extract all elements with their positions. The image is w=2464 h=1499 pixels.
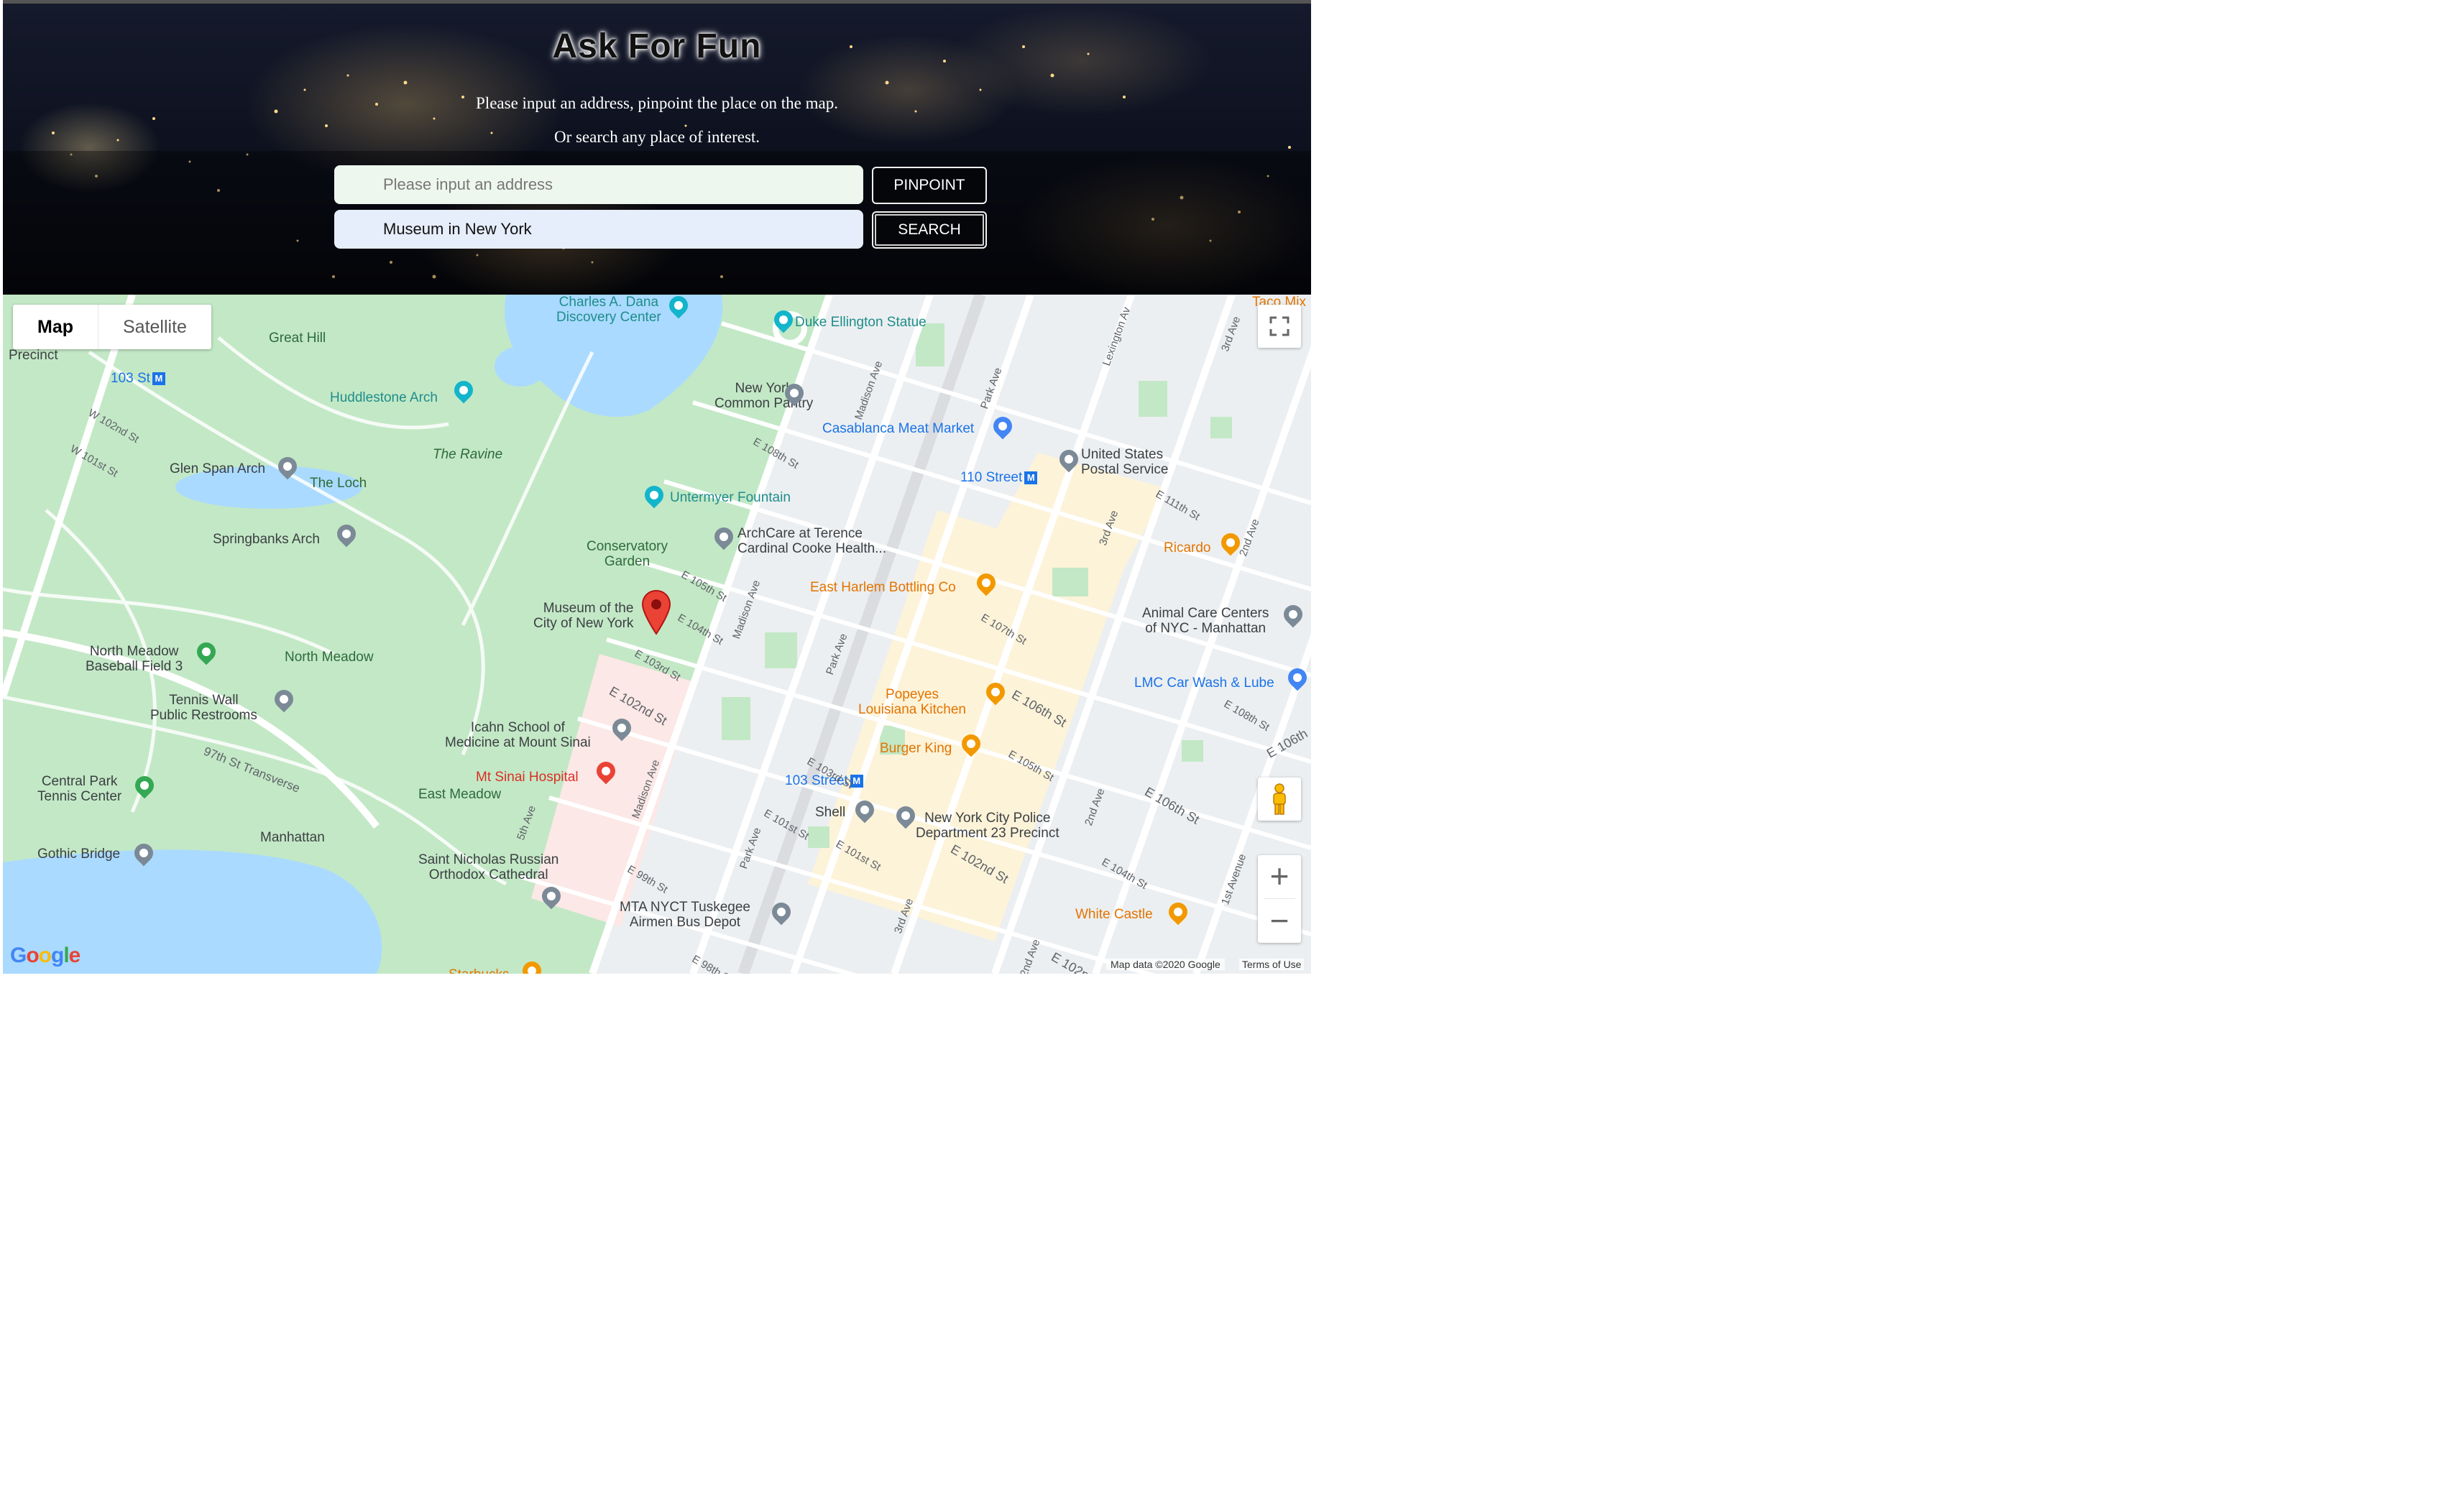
place-label[interactable]: Springbanks Arch <box>213 532 320 547</box>
terms-of-use-link[interactable]: Terms of Use <box>1239 959 1305 970</box>
place-label: East Meadow <box>418 787 502 802</box>
metro-icon: M <box>1024 471 1038 484</box>
place-label[interactable]: Icahn School of Medicine at Mount Sinai <box>445 720 591 750</box>
place-label[interactable]: Tennis Wall Public Restrooms <box>150 693 257 723</box>
map-type-map-button[interactable]: Map <box>13 305 98 349</box>
place-label[interactable]: Untermyer Fountain <box>670 490 791 505</box>
zoom-out-button[interactable]: − <box>1258 900 1301 943</box>
place-label[interactable]: North Meadow Baseball Field 3 <box>86 644 183 674</box>
search-button[interactable]: SEARCH <box>872 211 987 249</box>
place-label[interactable]: Burger King <box>880 741 952 756</box>
place-label[interactable]: Casablanca Meat Market <box>822 421 974 436</box>
place-label[interactable]: ArchCare at Terence Cardinal Cooke Health… <box>737 526 886 556</box>
pinpoint-button[interactable]: PINPOINT <box>872 167 987 204</box>
header-banner: Ask For Fun Please input an address, pin… <box>3 0 1311 295</box>
place-label: Manhattan <box>260 830 325 845</box>
pegman-icon <box>1273 783 1286 815</box>
place-label[interactable]: White Castle <box>1075 907 1153 922</box>
place-label[interactable]: Shell <box>815 805 845 820</box>
place-label[interactable]: MTA NYCT Tuskegee Airmen Bus Depot <box>620 900 750 930</box>
fullscreen-button[interactable] <box>1258 305 1301 348</box>
place-label[interactable]: Saint Nicholas Russian Orthodox Cathedral <box>418 852 558 882</box>
map-type-control: Map Satellite <box>13 305 211 349</box>
place-label: Conservatory Garden <box>587 539 668 569</box>
search-input[interactable] <box>334 210 863 249</box>
fullscreen-icon <box>1269 316 1290 336</box>
subway-label[interactable]: 110 Street M <box>960 470 1038 485</box>
place-label[interactable]: Charles A. Dana Discovery Center <box>556 295 661 325</box>
place-label[interactable]: Central Park Tennis Center <box>37 774 121 804</box>
page-title: Ask For Fun <box>552 27 762 65</box>
place-label[interactable]: Starbucks <box>449 967 509 974</box>
place-label[interactable]: Gothic Bridge <box>37 847 120 862</box>
place-label: The Loch <box>310 476 367 491</box>
place-label: Precinct <box>9 348 58 363</box>
place-label[interactable]: Huddlestone Arch <box>330 390 438 405</box>
place-label[interactable]: Museum of the City of New York <box>533 601 633 631</box>
place-label[interactable]: Mt Sinai Hospital <box>476 770 579 785</box>
place-label[interactable]: Animal Care Centers of NYC - Manhattan <box>1142 606 1269 636</box>
google-logo: Google <box>10 944 81 967</box>
location-marker-icon[interactable] <box>641 589 671 635</box>
subway-label[interactable]: 103 St M <box>111 371 165 386</box>
place-label[interactable]: New York City Police Department 23 Precin… <box>916 811 1059 841</box>
street-view-button[interactable] <box>1258 778 1301 821</box>
subtitle-line-2: Or search any place of interest. <box>553 128 760 146</box>
place-label[interactable]: LMC Car Wash & Lube <box>1134 675 1274 691</box>
metro-icon: M <box>152 372 165 385</box>
place-label[interactable]: Glen Span Arch <box>170 461 265 476</box>
app-root: Ask For Fun Please input an address, pin… <box>0 0 1314 974</box>
zoom-control: + − <box>1258 855 1301 943</box>
place-label: North Meadow <box>285 650 374 665</box>
map-attribution: Map data ©2020 Google <box>1106 959 1225 970</box>
place-label[interactable]: East Harlem Bottling Co <box>810 580 956 595</box>
place-label: The Ravine <box>433 447 503 462</box>
address-input[interactable] <box>334 165 863 204</box>
map-type-satellite-button[interactable]: Satellite <box>98 305 211 349</box>
subtitle-line-1: Please input an address, pinpoint the pl… <box>476 94 838 112</box>
zoom-divider <box>1264 898 1295 899</box>
place-label[interactable]: United States Postal Service <box>1081 447 1168 477</box>
zoom-in-button[interactable]: + <box>1258 855 1301 898</box>
place-label[interactable]: Popeyes Louisiana Kitchen <box>858 687 966 717</box>
place-label: Great Hill <box>269 331 326 346</box>
place-label[interactable]: Ricardo <box>1164 540 1210 555</box>
place-label[interactable]: Duke Ellington Statue <box>795 315 927 330</box>
map-canvas[interactable]: Charles A. Dana Discovery Center Duke Ell… <box>3 295 1311 974</box>
